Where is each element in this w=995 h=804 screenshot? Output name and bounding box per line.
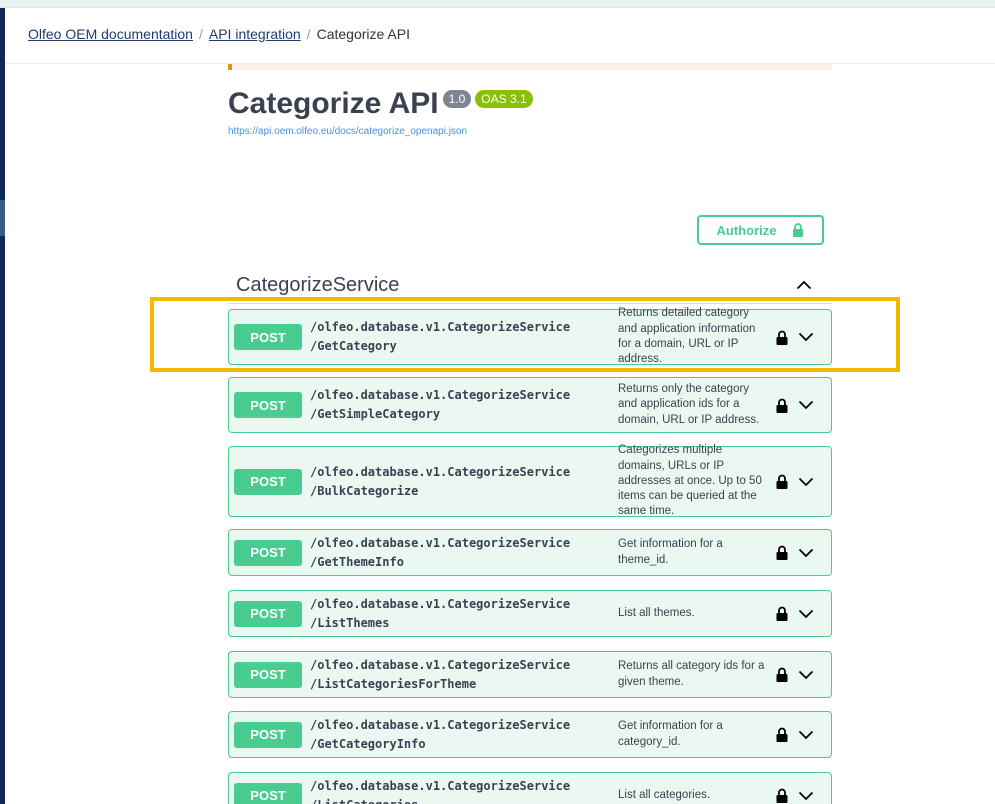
page-title: Categorize API [228,87,439,120]
operation-row-get-simple-category[interactable]: POST/olfeo.database.v1.CategorizeService… [228,377,832,433]
http-method-badge: POST [234,539,302,566]
spec-url-link[interactable]: https://api.oem.olfeo.eu/docs/categorize… [228,126,467,137]
breadcrumb-link-api-integration[interactable]: API integration [209,26,301,42]
operation-row-list-themes[interactable]: POST/olfeo.database.v1.CategorizeService… [228,590,832,637]
operation-path-service: /olfeo.database.v1.CategorizeService [310,320,571,334]
breadcrumb-link-olfeo-oem-documentation[interactable]: Olfeo OEM documentation [28,26,193,42]
operation-summary: Categorizes multiple domains, URLs or IP… [618,444,762,518]
operation-path: /olfeo.database.v1.CategorizeService/Bul… [310,463,610,501]
chevron-down-icon[interactable] [798,548,816,558]
operation-row-get-category-info[interactable]: POST/olfeo.database.v1.CategorizeService… [228,711,832,758]
operation-path-service: /olfeo.database.v1.CategorizeService [310,717,571,732]
lock-icon[interactable] [776,727,790,742]
lock-icon[interactable] [776,474,790,489]
lock-icon[interactable] [776,667,790,682]
operation-summary: Returns all category ids for a given the… [618,660,765,688]
operation-path-service: /olfeo.database.v1.CategorizeService [310,778,571,793]
api-title-block: Categorize API 1.0 OAS 3.1 [228,86,533,122]
lock-icon[interactable] [776,545,790,560]
operation-path: /olfeo.database.v1.CategorizeService/Lis… [310,777,610,804]
operation-row-get-theme-info[interactable]: POST/olfeo.database.v1.CategorizeService… [228,529,832,576]
operation-path-service: /olfeo.database.v1.CategorizeService [310,596,571,611]
breadcrumb-separator: / [198,26,203,42]
breadcrumb-separator: / [306,26,311,42]
operation-path-service: /olfeo.database.v1.CategorizeService [310,657,571,672]
operation-path: /olfeo.database.v1.CategorizeService/Lis… [310,595,610,633]
lock-icon[interactable] [776,398,790,413]
operation-path: /olfeo.database.v1.CategorizeService/Get… [310,534,610,572]
left-sidebar-active-mark [0,200,5,236]
tag-name: CategorizeService [236,274,400,296]
operation-path-method: /ListCategoriesForTheme [310,676,477,691]
operation-path-service: /olfeo.database.v1.CategorizeService [310,535,571,550]
operation-path: /olfeo.database.v1.CategorizeService/Get… [310,318,610,356]
version-badge: 1.0 [442,90,472,108]
operation-summary: List all categories. [618,788,711,801]
breadcrumb: Olfeo OEM documentation / API integratio… [28,26,410,42]
chevron-down-icon[interactable] [798,730,816,740]
operation-path-service: /olfeo.database.v1.CategorizeService [310,388,571,402]
oas-badge: OAS 3.1 [475,90,533,108]
lock-icon[interactable] [776,330,790,345]
chevron-down-icon[interactable] [798,609,816,619]
http-method-badge: POST [234,468,302,495]
operation-path-service: /olfeo.database.v1.CategorizeService [310,464,571,479]
operation-path: /olfeo.database.v1.CategorizeService/Lis… [310,656,610,694]
breadcrumb-current: Categorize API [316,26,410,42]
tag-section-header[interactable]: CategorizeService [228,268,832,304]
operation-path-method: /GetCategory [310,339,397,353]
chevron-down-icon[interactable] [798,670,816,680]
left-sidebar-rail [0,8,5,804]
chevron-down-icon[interactable] [798,791,816,801]
operation-path-method: /ListCategories [310,798,418,804]
operation-summary: Returns detailed category and applicatio… [618,307,756,366]
operation-path-method: /GetSimpleCategory [310,407,441,421]
lock-icon[interactable] [776,788,790,803]
chevron-down-icon[interactable] [798,400,816,410]
operation-row-list-categories-for-theme[interactable]: POST/olfeo.database.v1.CategorizeService… [228,651,832,698]
operation-path-method: /GetCategoryInfo [310,736,426,751]
http-method-badge: POST [234,721,302,748]
operation-row-bulk-categorize[interactable]: POST/olfeo.database.v1.CategorizeService… [228,444,832,518]
operation-summary: Get information for a theme_id. [618,538,723,566]
http-method-badge: POST [234,782,302,804]
lock-icon[interactable] [776,606,790,621]
operation-summary: List all themes. [618,606,695,619]
operation-path-method: /GetThemeInfo [310,554,404,569]
lock-icon [792,223,804,237]
info-banner [228,64,832,70]
http-method-badge: POST [234,600,302,627]
operation-summary: Get information for a category_id. [618,720,723,748]
http-method-badge: POST [234,324,302,350]
operation-path: /olfeo.database.v1.CategorizeService/Get… [310,716,610,754]
operation-path: /olfeo.database.v1.CategorizeService/Get… [310,386,610,424]
operation-summary: Returns only the category and applicatio… [618,383,760,426]
operation-row-get-category[interactable]: POST/olfeo.database.v1.CategorizeService… [228,307,832,366]
operation-row-list-categories[interactable]: POST/olfeo.database.v1.CategorizeService… [228,772,832,804]
http-method-badge: POST [234,661,302,688]
http-method-badge: POST [234,392,302,418]
operation-path-method: /BulkCategorize [310,483,419,498]
chevron-down-icon[interactable] [798,332,816,342]
authorize-button[interactable]: Authorize [697,215,824,245]
operation-path-method: /ListThemes [310,615,390,630]
top-strip [0,0,995,8]
chevron-up-icon[interactable] [796,277,812,295]
chevron-down-icon[interactable] [798,477,816,487]
authorize-label: Authorize [716,222,777,238]
